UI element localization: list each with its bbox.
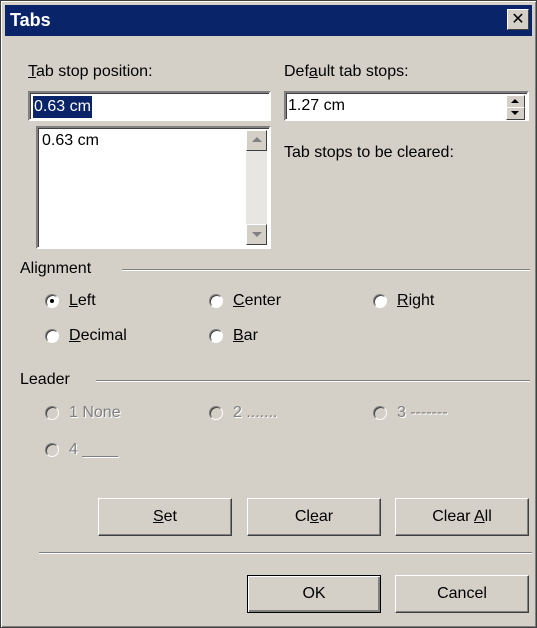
default-tab-stops-input[interactable]	[288, 95, 488, 117]
tabs-dialog: Tabs ✕ Tab stop position: 0.63 cm 0.63 c…	[0, 0, 537, 628]
cancel-button[interactable]: Cancel	[395, 575, 529, 613]
set-button[interactable]: Set	[98, 498, 232, 536]
leader-divider	[96, 380, 530, 382]
scroll-down-button[interactable]	[246, 224, 267, 245]
spin-down-button[interactable]	[506, 107, 525, 120]
clear-button[interactable]: Clear	[247, 498, 381, 536]
up-arrow-icon	[252, 137, 262, 142]
clear-all-button[interactable]: Clear All	[395, 498, 529, 536]
button-separator	[39, 552, 532, 554]
down-arrow-icon	[252, 232, 262, 237]
dialog-title: Tabs	[10, 10, 51, 30]
default-tab-stops-label: Default tab stops:	[284, 63, 409, 80]
down-arrow-icon	[511, 111, 519, 115]
list-item[interactable]: 0.63 cm	[42, 132, 99, 150]
alignment-group-label: Alignment	[20, 260, 92, 277]
close-button[interactable]: ✕	[507, 9, 529, 30]
title-bar[interactable]: Tabs ✕	[5, 5, 532, 36]
leader-group-label: Leader	[20, 371, 70, 388]
tab-stop-position-input[interactable]: 0.63 cm	[28, 91, 271, 121]
tab-stop-position-label: Tab stop position:	[28, 63, 153, 80]
tab-stops-to-be-cleared-label: Tab stops to be cleared:	[284, 144, 454, 161]
close-icon: ✕	[511, 11, 525, 28]
radio-selected-dot	[50, 299, 54, 303]
list-scrollbar[interactable]	[246, 130, 267, 245]
alignment-divider	[122, 269, 530, 271]
up-arrow-icon	[511, 99, 519, 103]
tab-stop-position-value: 0.63 cm	[33, 96, 92, 118]
scroll-up-button[interactable]	[246, 130, 267, 151]
default-tab-stops-spinner[interactable]	[284, 91, 529, 121]
ok-button[interactable]: OK	[247, 575, 381, 613]
tab-stop-list[interactable]: 0.63 cm	[36, 126, 271, 249]
